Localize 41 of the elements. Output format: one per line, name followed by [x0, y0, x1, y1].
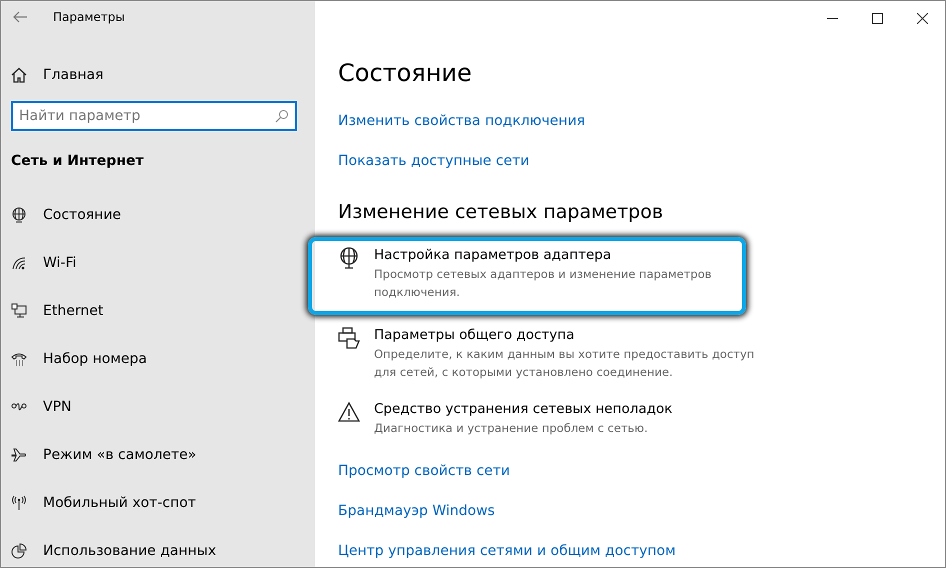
warning-icon — [338, 401, 360, 423]
airplane-icon — [11, 447, 27, 463]
link[interactable]: Показать доступные сети — [338, 153, 530, 169]
option-row[interactable]: Средство устранения сетевых неполадок Диагностика и устранение проблем с сетью. — [338, 395, 778, 455]
link[interactable]: Изменить свойства подключения — [338, 113, 586, 129]
home-icon — [11, 67, 27, 83]
printer-folder-icon — [338, 327, 360, 349]
sidebar-item[interactable]: Использование данных — [1, 527, 315, 567]
maximize-icon[interactable] — [872, 13, 883, 24]
sidebar-item[interactable]: Состояние — [1, 191, 315, 239]
sidebar-item[interactable]: Режим «в самолете» — [1, 431, 315, 479]
option-description: Диагностика и устранение проблем с сетью. — [374, 420, 649, 437]
option-row[interactable]: Параметры общего доступа Определите, к каким данным вы хотите предоставить доступ для сетей, с которыми установлено соединение. — [338, 321, 778, 395]
option-title: Настройка параметров адаптера — [374, 247, 612, 263]
hotspot-icon — [11, 495, 27, 511]
globe-monitor-icon — [11, 207, 27, 223]
sidebar-item[interactable]: Набор номера — [1, 335, 315, 383]
link[interactable]: Центр управления сетями и общим доступом — [338, 543, 676, 559]
sidebar-item[interactable]: VPN — [1, 383, 315, 431]
search-icon — [275, 109, 289, 123]
wifi-icon — [11, 255, 27, 271]
phone-icon — [11, 351, 27, 367]
section-heading: Сеть и Интернет — [11, 153, 145, 169]
pie-chart-icon — [11, 543, 27, 559]
highlight-frame[interactable]: Настройка параметров адаптера Просмотр сетевых адаптеров и изменение параметров подключения. — [308, 237, 746, 315]
window-title: Параметры — [53, 10, 125, 24]
link[interactable]: Просмотр свойств сети — [338, 463, 510, 479]
sidebar-item[interactable]: Мобильный хот-спот — [1, 479, 315, 527]
search-field[interactable]: Найти параметр — [11, 101, 297, 131]
link[interactable]: Брандмауэр Windows — [338, 503, 495, 519]
option-title: Средство устранения сетевых неполадок — [374, 401, 672, 417]
ethernet-icon — [11, 303, 27, 319]
section-heading: Изменение сетевых параметров — [338, 201, 664, 223]
option-description: Просмотр сетевых адаптеров и изменение параметров подключения. — [374, 266, 713, 301]
back-arrow-icon[interactable] — [13, 11, 27, 23]
option-title: Параметры общего доступа — [374, 327, 576, 343]
close-icon[interactable] — [917, 13, 928, 24]
home-nav-item[interactable]: Главная — [11, 59, 315, 91]
globe-monitor-icon — [338, 247, 360, 269]
page-heading: Состояние — [338, 59, 473, 89]
option-description: Определите, к каким данным вы хотите предоставить доступ для сетей, с которыми установлено соединение. — [374, 346, 756, 381]
